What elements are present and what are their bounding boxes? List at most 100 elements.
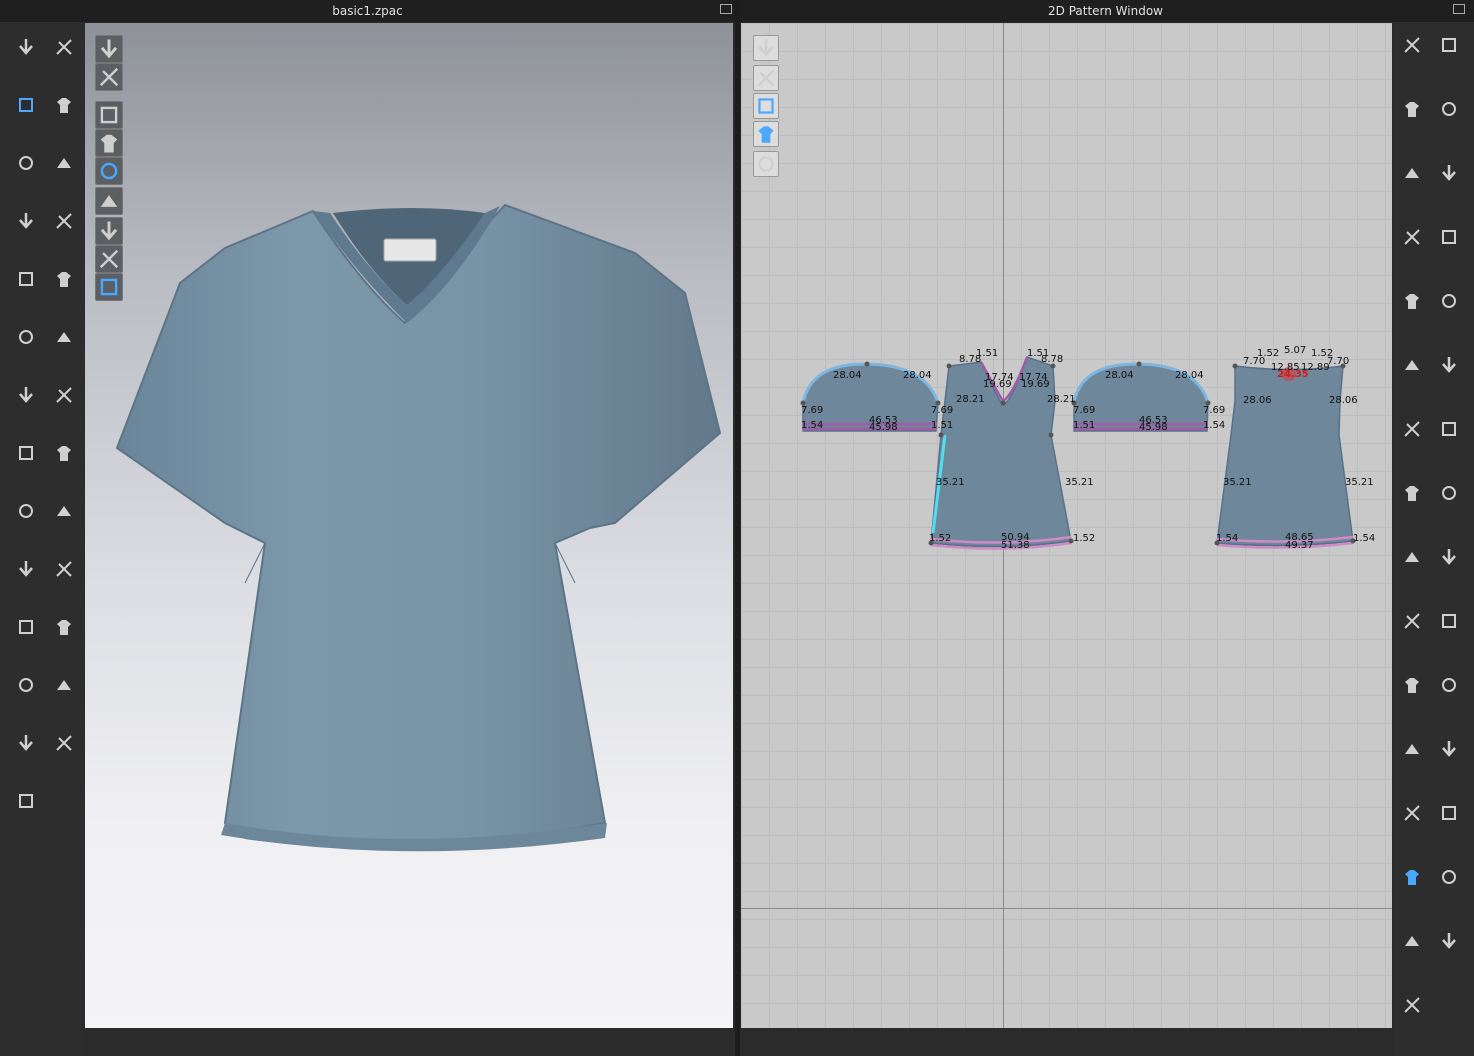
tape-icon[interactable]	[50, 614, 78, 640]
create-polygon-icon[interactable]	[1398, 96, 1426, 122]
text-style-icon[interactable]	[1398, 416, 1426, 442]
3d-viewport[interactable]	[85, 23, 733, 1028]
simulation-icon[interactable]	[50, 34, 78, 60]
free-sewing-icon[interactable]	[1398, 608, 1426, 634]
fitting-suit-icon[interactable]	[12, 614, 40, 640]
grid-icon[interactable]	[1435, 416, 1463, 442]
seam-taping-icon[interactable]	[1435, 800, 1463, 826]
measurement-label: 28.04	[1175, 370, 1204, 381]
iron-icon[interactable]	[1435, 672, 1463, 698]
avatar-arrange-icon[interactable]	[1435, 736, 1463, 762]
avatar-size-icon[interactable]	[50, 556, 78, 582]
create-rectangle-icon[interactable]	[1435, 96, 1463, 122]
zipper-icon[interactable]	[50, 498, 78, 524]
measurement-label: 49.37	[1285, 540, 1314, 551]
notch-icon[interactable]	[1398, 288, 1426, 314]
tack-icon[interactable]	[12, 266, 40, 292]
fabric-icon[interactable]	[12, 324, 40, 350]
measurement-label: 5.07	[1284, 345, 1307, 356]
measurement-label: 1.54	[1216, 533, 1239, 544]
measurement-label: 24.35	[1277, 369, 1309, 380]
panel-divider[interactable]	[735, 0, 740, 1056]
measurement-label: 51.38	[1001, 540, 1030, 551]
stitch-dashed-icon[interactable]	[1398, 864, 1426, 890]
measurement-label: 1.51	[1073, 420, 1096, 431]
measurement-label: 1.54	[1353, 533, 1376, 544]
zip-icon[interactable]	[1398, 800, 1426, 826]
create-circle-icon[interactable]	[1398, 160, 1426, 186]
pattern-pieces[interactable]	[741, 23, 1392, 1028]
needle-icon[interactable]	[12, 382, 40, 408]
elastic-icon[interactable]	[1435, 864, 1463, 890]
zigzag-icon[interactable]	[1398, 928, 1426, 954]
stitch-icon[interactable]	[1398, 672, 1426, 698]
measurement-label: 7.70	[1327, 356, 1350, 367]
measurement-label: 7.69	[1203, 405, 1226, 416]
transform-icon[interactable]	[12, 150, 40, 176]
shirt-back-icon[interactable]	[12, 788, 40, 814]
measurement-label: 28.04	[1105, 370, 1134, 381]
measurement-label: 8.78	[959, 354, 982, 365]
shirt-icon[interactable]	[1398, 736, 1426, 762]
measurement-label: 19.69	[983, 379, 1012, 390]
measurement-label: 19.69	[1021, 379, 1050, 390]
2d-pattern-viewport[interactable]: 28.04 28.04 7.69 7.69 46.53 45.98 1.54 1.51 1.51…	[741, 23, 1392, 1028]
measurement-label: 7.69	[801, 405, 824, 416]
fold-arrange-icon[interactable]	[12, 208, 40, 234]
text-icon[interactable]	[1435, 352, 1463, 378]
popout-icon[interactable]	[720, 4, 732, 14]
seam-line-icon[interactable]	[1398, 544, 1426, 570]
puckering-icon[interactable]	[12, 498, 40, 524]
file-title: basic1.zpac	[332, 4, 403, 18]
add-avatar-icon[interactable]	[1435, 928, 1463, 954]
back-body-piece	[1216, 365, 1354, 547]
measurement-label: 28.04	[903, 370, 932, 381]
measurement-label: 45.98	[1139, 422, 1168, 433]
right-panel-title-bar: 2D Pattern Window	[737, 0, 1474, 22]
sewing-icon[interactable]	[50, 150, 78, 176]
left-toolbar	[0, 22, 84, 1056]
hanger-icon[interactable]	[12, 730, 40, 756]
edit-pattern-icon[interactable]	[1398, 32, 1426, 58]
measurement-label: 7.70	[1243, 356, 1266, 367]
create-dart-icon[interactable]	[1398, 224, 1426, 250]
avatar-icon[interactable]	[1435, 480, 1463, 506]
measurement-label: 1.51	[931, 420, 954, 431]
trace-icon[interactable]	[1435, 224, 1463, 250]
popout-icon[interactable]	[1453, 4, 1465, 14]
select-move-icon[interactable]	[12, 92, 40, 118]
buttonhole-icon[interactable]	[50, 440, 78, 466]
measurement-label: 35.21	[1223, 477, 1252, 488]
pin-icon[interactable]	[50, 92, 78, 118]
fold-icon[interactable]	[1435, 288, 1463, 314]
measurement-label: 1.54	[1203, 420, 1226, 431]
measurement-label: 28.06	[1243, 395, 1272, 406]
segment-sewing-icon[interactable]	[1435, 544, 1463, 570]
edit-point-icon[interactable]	[1435, 32, 1463, 58]
internal-polygon-icon[interactable]	[1435, 160, 1463, 186]
check-sewing-icon[interactable]	[1435, 608, 1463, 634]
tshirt-3d-model[interactable]	[85, 23, 733, 1028]
shirt-front-icon[interactable]	[50, 730, 78, 756]
measurement-label: 35.21	[936, 477, 965, 488]
brush-icon[interactable]	[50, 382, 78, 408]
measurement-label: 35.21	[1065, 477, 1094, 488]
ruler-icon[interactable]	[50, 672, 78, 698]
measurement-label: 1.52	[1073, 533, 1096, 544]
pattern-window-title: 2D Pattern Window	[1048, 4, 1163, 18]
measurement-label: 45.98	[869, 422, 898, 433]
arrangement-icon[interactable]	[50, 208, 78, 234]
measure-icon[interactable]	[1398, 352, 1426, 378]
move-down-icon[interactable]	[12, 34, 40, 60]
layer-icon[interactable]	[1398, 480, 1426, 506]
measurement-label: 8.78	[1041, 354, 1064, 365]
measurement-label: 28.21	[1047, 394, 1076, 405]
steam-icon[interactable]	[50, 266, 78, 292]
garment-fit-icon[interactable]	[12, 672, 40, 698]
topstitch-icon[interactable]	[12, 556, 40, 582]
button-icon[interactable]	[12, 440, 40, 466]
gift-icon[interactable]	[1398, 992, 1426, 1018]
texture-icon[interactable]	[50, 324, 78, 350]
right-toolbar	[1393, 22, 1474, 1056]
measurement-label: 7.69	[931, 405, 954, 416]
